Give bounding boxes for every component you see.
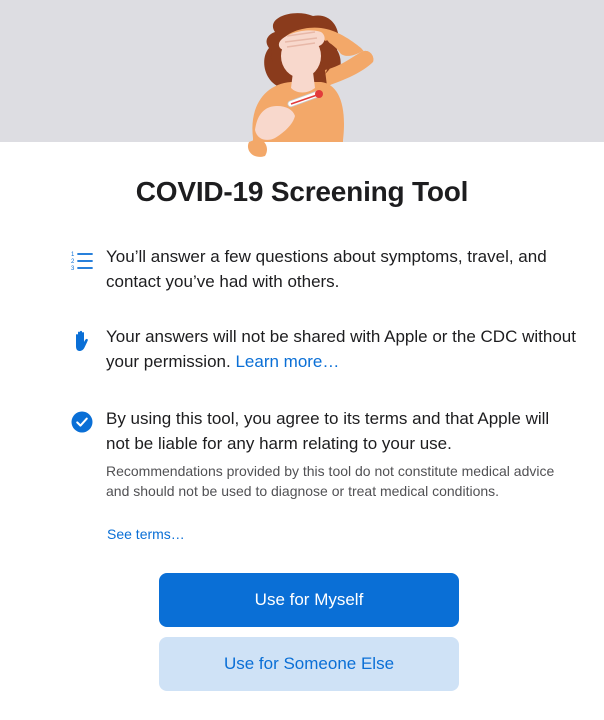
hero-banner [0,0,604,157]
numbered-list-icon: 1 2 3 [70,249,94,273]
use-for-someone-else-button[interactable]: Use for Someone Else [159,637,459,691]
page-title: COVID-19 Screening Tool [135,176,469,207]
hand-raised-icon [70,329,94,353]
privacy-statement: Your answers will not be shared with App… [106,327,576,371]
info-text-questions: You’ll answer a few questions about symp… [106,247,547,291]
learn-more-link[interactable]: Learn more… [235,352,339,371]
sick-person-illustration [247,13,374,157]
use-for-myself-button[interactable]: Use for Myself [159,573,459,627]
info-text-terms: By using this tool, you agree to its ter… [106,409,550,453]
svg-text:3: 3 [71,266,75,272]
info-text-privacy: Your answers will not be shared with App… [106,324,576,374]
medical-disclaimer: Recommendations provided by this tool do… [106,463,555,499]
see-terms-link[interactable]: See terms… [107,526,185,542]
svg-text:2: 2 [71,259,75,265]
checkmark-circle-icon [70,410,94,434]
svg-text:1: 1 [71,252,75,258]
